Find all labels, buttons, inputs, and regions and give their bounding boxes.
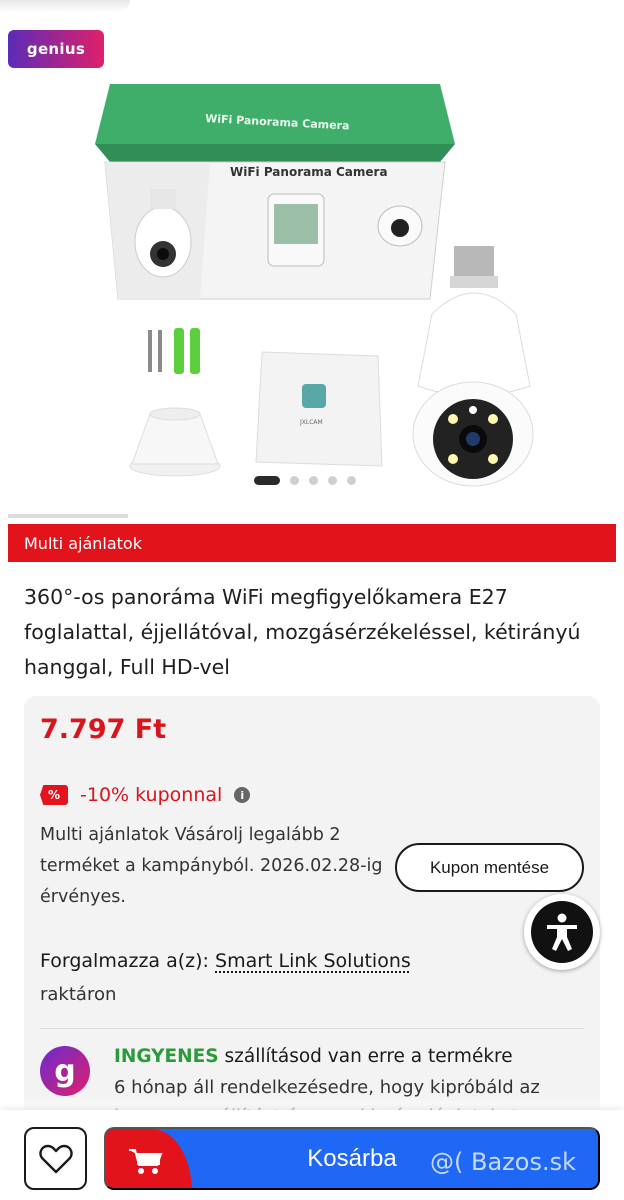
carousel-dot[interactable] (309, 476, 318, 485)
product-title: 360°-os panoráma WiFi megfigyelőkamera E… (24, 580, 604, 685)
free-word: INGYENES (114, 1046, 219, 1067)
product-price: 7.797 Ft (40, 714, 166, 745)
wishlist-button[interactable] (24, 1127, 87, 1190)
carousel-dot-active[interactable] (254, 476, 280, 485)
genius-logo-icon: g (40, 1046, 90, 1096)
seller-label: Forgalmazza a(z): (40, 950, 209, 972)
seller-link[interactable]: Smart Link Solutions (215, 950, 411, 972)
percent-tag-icon: % (40, 785, 68, 805)
watermark: @( Bazos.sk (430, 1148, 576, 1176)
seller-row: Forgalmazza a(z): Smart Link Solutions (40, 950, 411, 972)
accessibility-icon (531, 901, 593, 963)
svg-text:JXLCAM: JXLCAM (299, 419, 323, 426)
product-image: WiFi Panorama Camera WiFi Panorama Camer… (0, 14, 624, 510)
gallery-scroll-indicator (8, 514, 128, 518)
coupon-text: -10% kuponnal (80, 784, 222, 806)
multi-offers-label: Multi ajánlatok (24, 534, 142, 553)
carousel-dot[interactable] (290, 476, 299, 485)
box-label: WiFi Panorama Camera (230, 165, 388, 179)
genius-badge: genius (8, 30, 104, 68)
coupon-description: Multi ajánlatok Vásárolj legalább 2 term… (40, 820, 390, 913)
product-gallery[interactable]: WiFi Panorama Camera WiFi Panorama Camer… (0, 14, 624, 510)
save-coupon-button[interactable]: Kupon mentése (395, 843, 584, 892)
multi-offers-banner[interactable]: Multi ajánlatok (8, 524, 616, 562)
info-icon[interactable]: i (234, 787, 250, 803)
carousel-dots[interactable] (254, 476, 356, 485)
divider (40, 1028, 584, 1029)
top-shadow (0, 0, 130, 12)
accessibility-button[interactable] (524, 894, 600, 970)
coupon-row: % -10% kuponnal i (40, 784, 250, 806)
free-shipping-headline: INGYENES szállításod van erre a termékre (114, 1046, 513, 1067)
free-shipping-rest: szállításod van erre a termékre (219, 1046, 513, 1067)
stock-status: raktáron (40, 984, 116, 1005)
heart-icon (39, 1144, 73, 1174)
cart-icon (128, 1147, 164, 1175)
carousel-dot[interactable] (328, 476, 337, 485)
add-to-cart-label: Kosárba (307, 1145, 396, 1173)
carousel-dot[interactable] (347, 476, 356, 485)
